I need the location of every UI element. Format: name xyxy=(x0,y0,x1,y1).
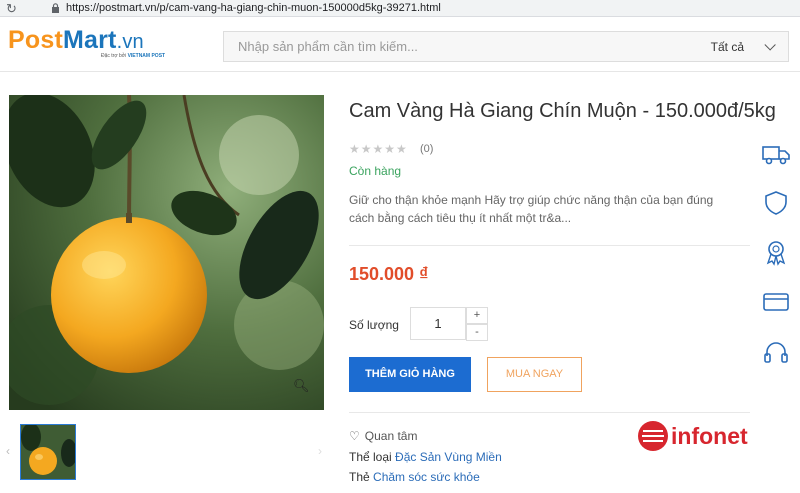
logo-mart: Mart xyxy=(62,26,117,54)
heart-icon: ♡ xyxy=(349,429,360,443)
url-text[interactable]: https://postmart.vn/p/cam-vang-ha-giang-… xyxy=(66,2,441,14)
thumbnail-image[interactable] xyxy=(20,424,76,480)
reload-icon[interactable]: ↻ xyxy=(6,1,17,17)
watermark-text: infonet xyxy=(671,423,748,449)
award-icon[interactable] xyxy=(762,238,790,266)
buy-now-button[interactable]: MUA NGAY xyxy=(487,357,582,392)
search-input[interactable]: Nhập sản phẩm cần tìm kiếm... xyxy=(238,39,418,54)
lock-icon xyxy=(52,3,59,13)
site-header: PostMart.vn Đặc trợ bởi VIETNAM POST Nhậ… xyxy=(0,17,800,72)
rating-count: (0) xyxy=(420,143,434,155)
logo-tagline: Đặc trợ bởi VIETNAM POST xyxy=(101,53,166,59)
chevron-down-icon[interactable] xyxy=(764,39,776,51)
divider xyxy=(349,245,750,246)
product-title: Cam Vàng Hà Giang Chín Muộn - 150.000đ/5… xyxy=(349,100,776,122)
divider xyxy=(349,412,750,413)
postmart-logo[interactable]: PostMart.vn Đặc trợ bởi VIETNAM POST xyxy=(8,26,165,59)
credit-card-icon[interactable] xyxy=(762,288,790,316)
category-link[interactable]: Đặc Sản Vùng Miền xyxy=(395,450,502,464)
infonet-watermark: infonet xyxy=(638,421,748,451)
category-select[interactable]: Tất cả xyxy=(711,40,744,54)
search-bar[interactable]: Nhập sản phẩm cần tìm kiếm... Tất cả xyxy=(223,31,789,62)
add-to-cart-button[interactable]: THÊM GIỎ HÀNG xyxy=(349,357,471,392)
thumb-prev-icon[interactable]: ‹ xyxy=(6,444,10,458)
zoom-icon[interactable]: 🔍︎ xyxy=(293,378,310,394)
browser-address-bar: ↻ https://postmart.vn/p/cam-vang-ha-gian… xyxy=(0,0,800,17)
thumb-next-icon[interactable]: › xyxy=(318,444,322,458)
stock-status: Còn hàng xyxy=(349,164,402,178)
favorite-toggle[interactable]: ♡ Quan tâm xyxy=(349,429,417,443)
logo-vn: .vn xyxy=(116,31,144,53)
orange-photo xyxy=(9,95,324,410)
quantity-plus-button[interactable]: + xyxy=(466,307,488,324)
product-description: Giữ cho thận khỏe mạnh Hãy trợ giúp chức… xyxy=(349,193,714,225)
tag-link[interactable]: Chăm sóc sức khỏe xyxy=(373,470,480,484)
quantity-input[interactable]: 1 xyxy=(410,307,466,340)
quantity-minus-button[interactable]: - xyxy=(466,324,488,341)
category-line: Thể loại Đặc Sản Vùng Miền xyxy=(349,450,502,464)
shield-icon[interactable] xyxy=(762,189,790,217)
thumbnail-photo xyxy=(21,425,75,479)
product-price: 150.000 ₫ xyxy=(349,264,429,284)
tag-line: Thẻ Chăm sóc sức khỏe xyxy=(349,470,480,484)
truck-icon[interactable] xyxy=(762,140,790,168)
rating-stars[interactable]: ★★★★★ xyxy=(349,142,408,156)
quantity-label: Số lượng xyxy=(349,318,399,332)
logo-post: Post xyxy=(8,26,63,54)
headphones-icon[interactable] xyxy=(762,338,790,366)
product-image[interactable] xyxy=(9,95,324,410)
